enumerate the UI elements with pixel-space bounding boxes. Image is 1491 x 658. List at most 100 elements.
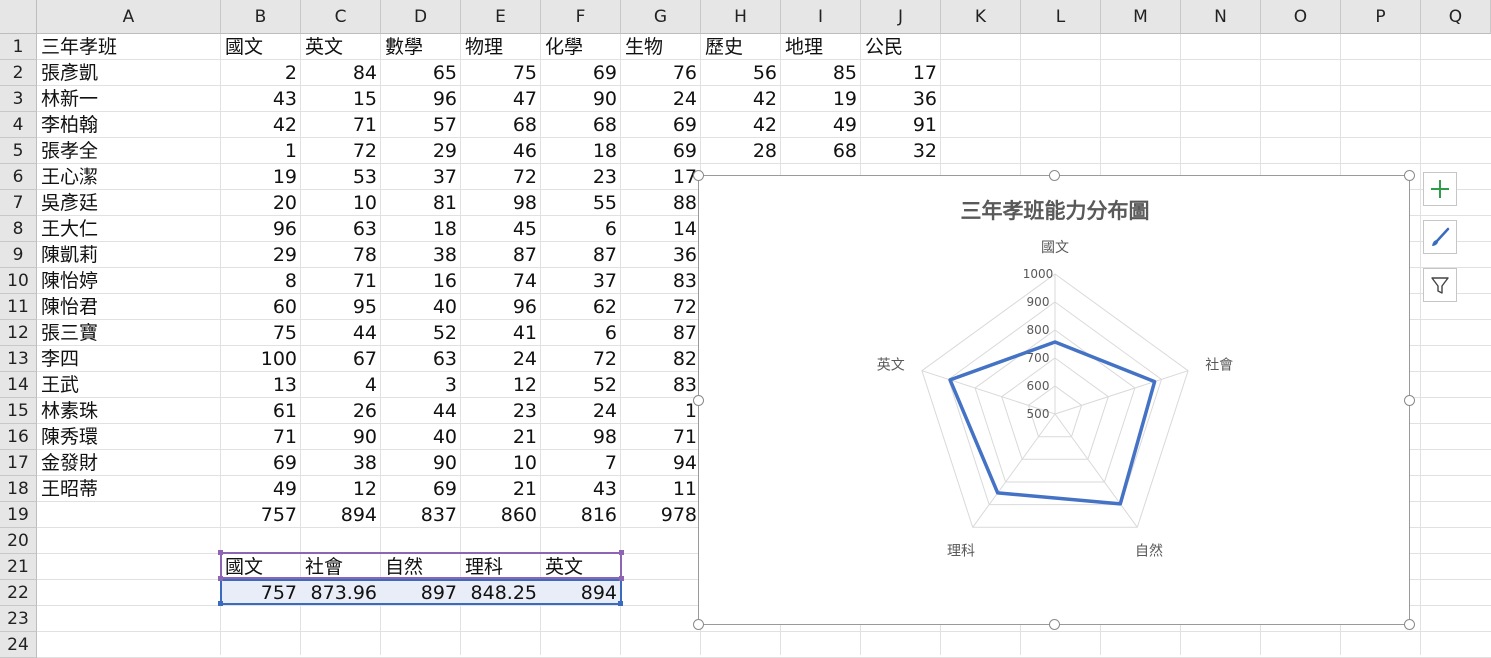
score-cell[interactable]: 72	[461, 164, 541, 190]
score-cell[interactable]: 49	[781, 112, 861, 138]
column-header-g[interactable]: G	[621, 0, 701, 34]
row-header-16[interactable]: 16	[0, 424, 37, 450]
chart-resize-handle[interactable]	[693, 395, 704, 406]
score-cell[interactable]: 42	[221, 112, 301, 138]
score-cell[interactable]: 38	[301, 450, 381, 476]
range-handle[interactable]	[218, 576, 223, 581]
header-cell[interactable]: 物理	[461, 34, 541, 60]
score-cell[interactable]: 78	[301, 242, 381, 268]
score-cell[interactable]: 21	[461, 476, 541, 502]
score-cell[interactable]: 94	[621, 450, 701, 476]
score-cell[interactable]: 11	[621, 476, 701, 502]
row-header-11[interactable]: 11	[0, 294, 37, 320]
header-cell[interactable]: 地理	[781, 34, 861, 60]
score-cell[interactable]: 71	[221, 424, 301, 450]
score-cell[interactable]: 75	[221, 320, 301, 346]
student-name-cell[interactable]: 王大仁	[37, 216, 221, 242]
score-cell[interactable]: 2	[221, 60, 301, 86]
column-header-i[interactable]: I	[781, 0, 861, 34]
score-cell[interactable]: 56	[701, 60, 781, 86]
score-cell[interactable]: 17	[861, 60, 941, 86]
score-cell[interactable]: 71	[301, 112, 381, 138]
score-cell[interactable]: 37	[541, 268, 621, 294]
fill-handle[interactable]	[618, 601, 623, 606]
select-all-corner[interactable]	[0, 0, 37, 34]
row-header-24[interactable]: 24	[0, 632, 37, 658]
score-cell[interactable]: 96	[221, 216, 301, 242]
student-name-cell[interactable]: 王心潔	[37, 164, 221, 190]
score-cell[interactable]: 76	[621, 60, 701, 86]
student-name-cell[interactable]: 陳凱莉	[37, 242, 221, 268]
score-cell[interactable]: 18	[541, 138, 621, 164]
score-cell[interactable]: 49	[221, 476, 301, 502]
score-cell[interactable]: 3	[381, 372, 461, 398]
score-cell[interactable]: 10	[301, 190, 381, 216]
score-cell[interactable]: 29	[221, 242, 301, 268]
score-cell[interactable]: 67	[301, 346, 381, 372]
student-name-cell[interactable]: 李柏翰	[37, 112, 221, 138]
range-handle[interactable]	[619, 576, 624, 581]
score-cell[interactable]: 21	[461, 424, 541, 450]
row-header-5[interactable]: 5	[0, 138, 37, 164]
score-cell[interactable]: 42	[701, 112, 781, 138]
header-cell[interactable]: 歷史	[701, 34, 781, 60]
column-header-j[interactable]: J	[861, 0, 941, 34]
score-cell[interactable]: 62	[541, 294, 621, 320]
score-cell[interactable]: 12	[461, 372, 541, 398]
score-cell[interactable]: 36	[861, 86, 941, 112]
score-cell[interactable]: 61	[221, 398, 301, 424]
score-cell[interactable]: 24	[621, 86, 701, 112]
score-cell[interactable]: 52	[541, 372, 621, 398]
total-cell[interactable]: 860	[461, 502, 541, 528]
column-header-f[interactable]: F	[541, 0, 621, 34]
row-header-4[interactable]: 4	[0, 112, 37, 138]
header-cell[interactable]: 數學	[381, 34, 461, 60]
score-cell[interactable]: 83	[621, 268, 701, 294]
column-header-p[interactable]: P	[1341, 0, 1421, 34]
student-name-cell[interactable]: 陳怡君	[37, 294, 221, 320]
student-name-cell[interactable]: 林素珠	[37, 398, 221, 424]
score-cell[interactable]: 88	[621, 190, 701, 216]
row-header-18[interactable]: 18	[0, 476, 37, 502]
header-cell[interactable]: 生物	[621, 34, 701, 60]
score-cell[interactable]: 32	[861, 138, 941, 164]
row-header-23[interactable]: 23	[0, 606, 37, 632]
student-name-cell[interactable]: 金發財	[37, 450, 221, 476]
score-cell[interactable]: 15	[301, 86, 381, 112]
row-header-13[interactable]: 13	[0, 346, 37, 372]
score-cell[interactable]: 37	[381, 164, 461, 190]
score-cell[interactable]: 98	[541, 424, 621, 450]
score-cell[interactable]: 41	[461, 320, 541, 346]
column-header-b[interactable]: B	[221, 0, 301, 34]
row-header-8[interactable]: 8	[0, 216, 37, 242]
column-header-a[interactable]: A	[37, 0, 221, 34]
total-cell[interactable]: 978	[621, 502, 701, 528]
chart-styles-button[interactable]	[1423, 220, 1457, 254]
row-header-9[interactable]: 9	[0, 242, 37, 268]
header-cell[interactable]: 英文	[301, 34, 381, 60]
score-cell[interactable]: 40	[381, 294, 461, 320]
score-cell[interactable]: 1	[221, 138, 301, 164]
chart-resize-handle[interactable]	[1404, 395, 1415, 406]
score-cell[interactable]: 46	[461, 138, 541, 164]
score-cell[interactable]: 40	[381, 424, 461, 450]
column-header-k[interactable]: K	[941, 0, 1021, 34]
score-cell[interactable]: 82	[621, 346, 701, 372]
row-header-14[interactable]: 14	[0, 372, 37, 398]
row-header-10[interactable]: 10	[0, 268, 37, 294]
total-cell[interactable]: 837	[381, 502, 461, 528]
student-name-cell[interactable]: 王武	[37, 372, 221, 398]
score-cell[interactable]: 23	[461, 398, 541, 424]
student-name-cell[interactable]: 林新一	[37, 86, 221, 112]
score-cell[interactable]: 12	[301, 476, 381, 502]
score-cell[interactable]: 36	[621, 242, 701, 268]
row-header-20[interactable]: 20	[0, 528, 37, 554]
column-header-q[interactable]: Q	[1421, 0, 1491, 34]
score-cell[interactable]: 75	[461, 60, 541, 86]
score-cell[interactable]: 91	[861, 112, 941, 138]
score-cell[interactable]: 24	[541, 398, 621, 424]
row-header-21[interactable]: 21	[0, 554, 37, 580]
header-cell[interactable]: 國文	[221, 34, 301, 60]
header-cell[interactable]: 公民	[861, 34, 941, 60]
score-cell[interactable]: 43	[221, 86, 301, 112]
